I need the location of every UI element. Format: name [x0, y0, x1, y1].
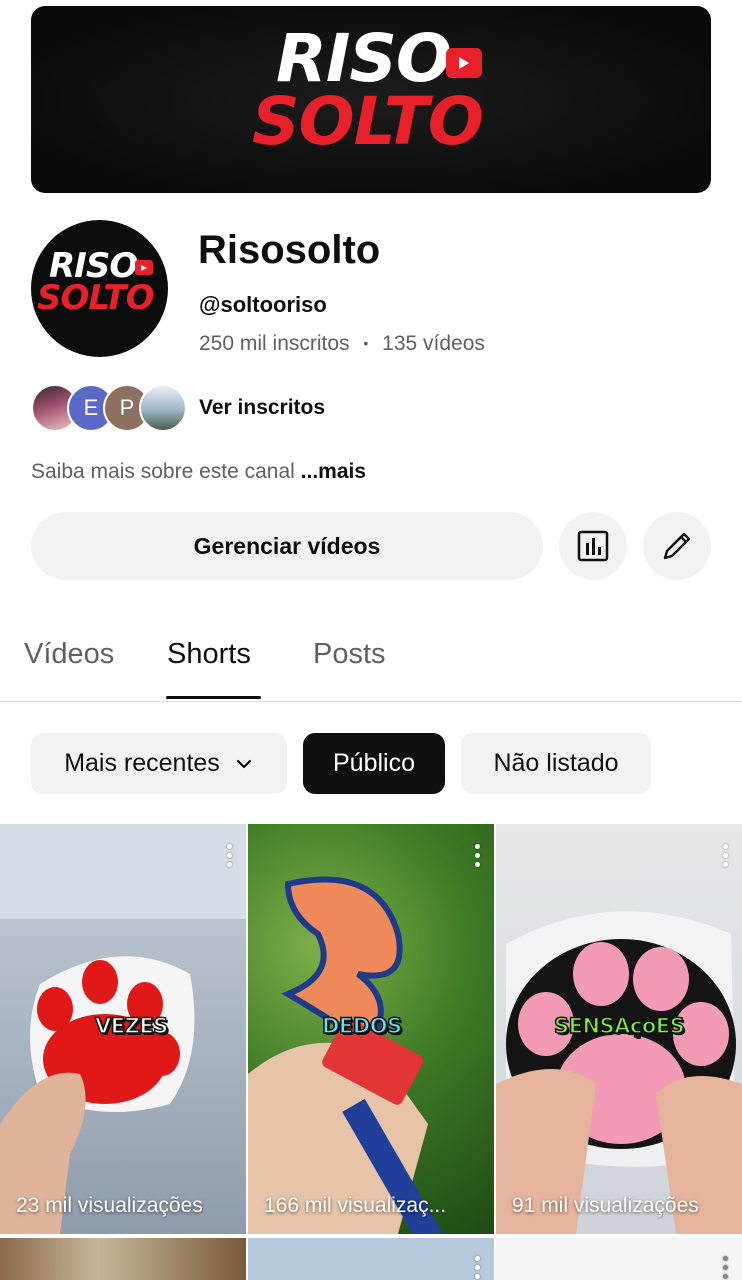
- banner-logo-bottom: SOLTO: [252, 82, 484, 160]
- see-subscribers-link[interactable]: Ver inscritos: [199, 396, 325, 420]
- filter-chip-public[interactable]: Público: [303, 733, 445, 794]
- channel-banner: RISO SOLTO: [31, 6, 711, 193]
- channel-avatar[interactable]: RISO SOLTO: [31, 220, 168, 357]
- more-options-icon[interactable]: [227, 844, 232, 867]
- channel-name: Risosolto: [198, 228, 381, 272]
- about-text: Saiba mais sobre este canal: [31, 460, 295, 483]
- short-thumbnail-partial[interactable]: [0, 1238, 246, 1280]
- pencil-icon: [663, 532, 691, 560]
- video-count: 135 vídeos: [382, 332, 485, 355]
- analytics-button[interactable]: [559, 512, 627, 580]
- about-channel[interactable]: Saiba mais sobre este canal ...mais: [31, 460, 366, 484]
- sort-label: Mais recentes: [64, 749, 220, 777]
- filter-chip-unlisted[interactable]: Não listado: [461, 733, 651, 794]
- short-thumbnail[interactable]: VEZES 23 mil visualizações: [0, 824, 246, 1234]
- short-thumbnail-partial[interactable]: [496, 1238, 742, 1280]
- short-thumbnail[interactable]: DEDOS 166 mil visualizaç...: [248, 824, 494, 1234]
- short-thumbnail-partial[interactable]: [248, 1238, 494, 1280]
- edit-button[interactable]: [643, 512, 711, 580]
- tab-posts[interactable]: Posts: [313, 638, 386, 671]
- tab-shorts[interactable]: Shorts: [167, 638, 251, 671]
- avatar-logo: RISO SOLTO: [37, 249, 155, 316]
- tab-videos[interactable]: Vídeos: [24, 638, 114, 671]
- youtube-play-icon: [446, 48, 482, 78]
- banner-logo-top: RISO: [276, 20, 452, 97]
- chevron-down-icon: [236, 759, 251, 768]
- sort-dropdown[interactable]: Mais recentes: [31, 733, 287, 794]
- subscriber-avatars[interactable]: E P: [31, 384, 191, 432]
- short-views: 166 mil visualizaç...: [264, 1194, 447, 1217]
- youtube-play-icon: [135, 260, 153, 275]
- stats-separator: •: [363, 335, 369, 351]
- short-caption: VEZES: [94, 1013, 169, 1039]
- analytics-icon: [577, 530, 609, 562]
- short-thumbnail[interactable]: SENSAçõES 91 mil visualizações: [496, 824, 742, 1234]
- channel-handle: @soltooriso: [199, 292, 327, 317]
- short-caption: DEDOS: [321, 1013, 403, 1039]
- short-views: 91 mil visualizações: [512, 1194, 699, 1217]
- more-options-icon[interactable]: [723, 1256, 728, 1279]
- subscriber-avatar: [139, 384, 187, 432]
- manage-videos-button[interactable]: Gerenciar vídeos: [31, 512, 543, 580]
- more-options-icon[interactable]: [475, 1256, 480, 1279]
- more-options-icon[interactable]: [723, 844, 728, 867]
- active-tab-indicator: [166, 696, 261, 699]
- banner-logo: RISO SOLTO: [252, 20, 484, 154]
- short-views: 23 mil visualizações: [16, 1194, 203, 1217]
- channel-stats: 250 mil inscritos • 135 vídeos: [199, 332, 485, 356]
- channel-tabs: Vídeos Shorts Posts: [0, 620, 742, 702]
- avatar-logo-bottom: SOLTO: [37, 278, 155, 319]
- about-more-link[interactable]: ...mais: [301, 460, 366, 483]
- more-options-icon[interactable]: [475, 844, 480, 867]
- short-caption: SENSAçõES: [553, 1013, 685, 1039]
- subscriber-count: 250 mil inscritos: [199, 332, 350, 355]
